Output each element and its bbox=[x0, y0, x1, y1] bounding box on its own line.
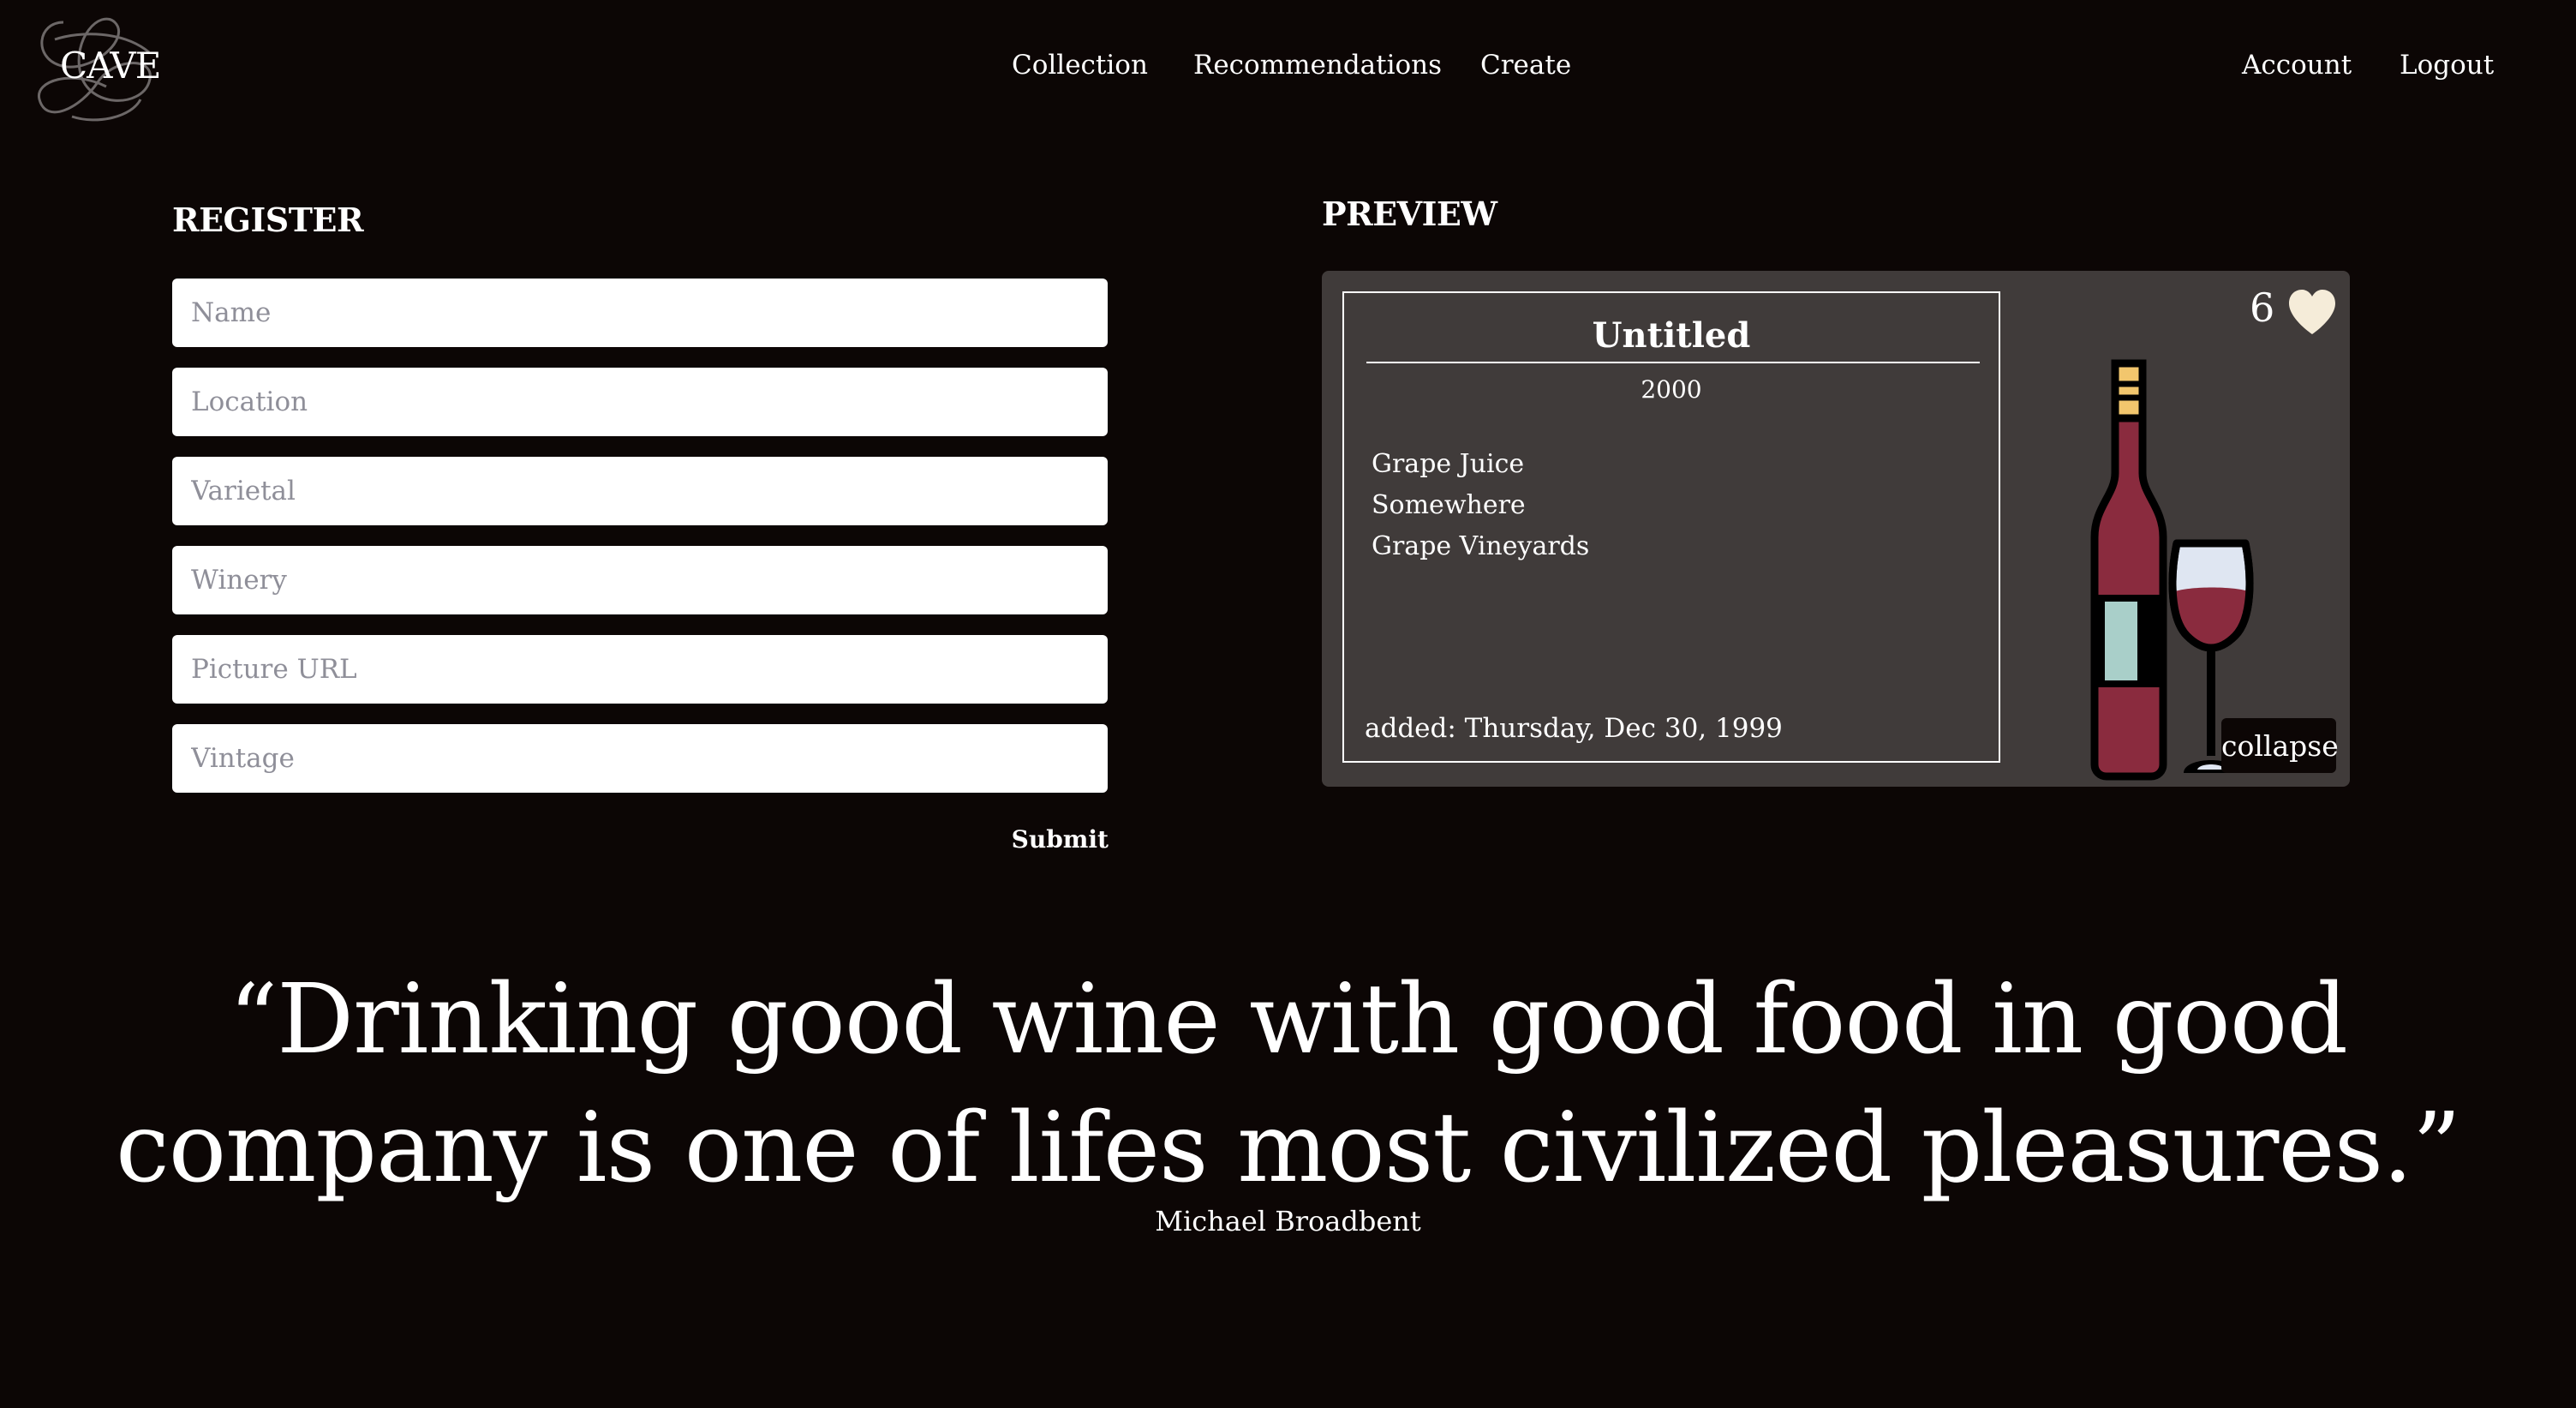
wine-winery: Grape Vineyards bbox=[1372, 531, 1590, 561]
nav-collection[interactable]: Collection bbox=[1012, 50, 1148, 81]
likes-count: 6 bbox=[2250, 285, 2275, 331]
brand-logo[interactable]: CAVE bbox=[60, 45, 161, 87]
nav-logout[interactable]: Logout bbox=[2400, 50, 2494, 81]
nav-create[interactable]: Create bbox=[1480, 50, 1571, 81]
wine-preview-card: Untitled 2000 Grape Juice Somewhere Grap… bbox=[1322, 271, 2350, 787]
vintage-input[interactable] bbox=[172, 724, 1108, 793]
wine-title: Untitled bbox=[1592, 315, 1751, 356]
varietal-input[interactable] bbox=[172, 457, 1108, 525]
title-divider bbox=[1366, 362, 1980, 363]
quote-author: Michael Broadbent bbox=[1155, 1205, 1421, 1237]
collapse-button[interactable]: collapse bbox=[2221, 718, 2339, 773]
page: CAVE Collection Recommendations Create A… bbox=[0, 0, 2576, 1408]
submit-button[interactable]: Submit bbox=[994, 819, 1109, 859]
nav-recommendations[interactable]: Recommendations bbox=[1193, 50, 1442, 81]
nav-account[interactable]: Account bbox=[2242, 50, 2352, 81]
picture-url-input[interactable] bbox=[172, 635, 1108, 704]
wine-label: Untitled 2000 Grape Juice Somewhere Grap… bbox=[1342, 291, 2000, 763]
wine-varietal: Grape Juice bbox=[1372, 449, 1525, 479]
register-heading: REGISTER bbox=[172, 201, 364, 239]
name-input[interactable] bbox=[172, 279, 1108, 347]
winery-input[interactable] bbox=[172, 546, 1108, 614]
wine-bottle-glass-icon bbox=[2090, 359, 2254, 781]
wine-vintage: 2000 bbox=[1641, 375, 1702, 404]
added-date: added: Thursday, Dec 30, 1999 bbox=[1365, 713, 1783, 744]
wine-location: Somewhere bbox=[1372, 490, 1526, 520]
preview-heading: PREVIEW bbox=[1322, 195, 1497, 233]
heart-icon[interactable] bbox=[2286, 288, 2338, 336]
quote-text: “Drinking good wine with good food in go… bbox=[115, 964, 2461, 1204]
location-input[interactable] bbox=[172, 368, 1108, 436]
